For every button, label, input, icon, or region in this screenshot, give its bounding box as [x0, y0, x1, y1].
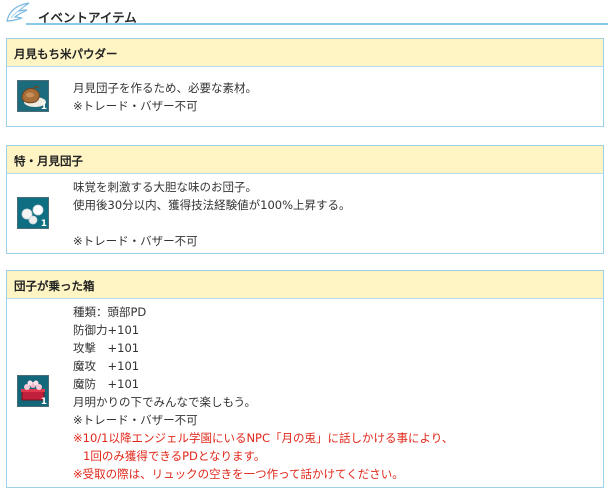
flavor-line: 月明かりの下でみんなで楽しもう。 — [73, 395, 256, 409]
item-description: 味覚を刺激する大胆な味のお団子。 使用後30分以内、獲得技法経験値が100%上昇… — [73, 178, 351, 250]
angel-wing-icon — [6, 2, 30, 22]
magic-attack-line: 魔攻 +101 — [73, 359, 140, 373]
section-underline — [26, 23, 608, 25]
description-line: 月見団子を作るため、必要な素材。 — [73, 81, 257, 95]
effect-line: 使用後30分以内、獲得技法経験値が100%上昇する。 — [73, 198, 351, 212]
item-name: 団子が乗った箱 — [7, 271, 603, 299]
item-name: 特・月見団子 — [7, 146, 603, 174]
defense-line: 防御力+101 — [73, 323, 140, 337]
trade-note: ※トレード・バザー不可 — [73, 234, 198, 248]
description-line: 味覚を刺激する大胆な味のお団子。 — [73, 180, 257, 194]
item-icon[interactable]: 1 — [17, 80, 49, 112]
magic-defense-line: 魔防 +101 — [73, 377, 140, 391]
attack-line: 攻撃 +101 — [73, 341, 140, 355]
item-icon[interactable]: 1 — [17, 197, 49, 229]
item-count: 1 — [40, 397, 47, 407]
section-header: イベントアイテム — [0, 0, 608, 30]
item-icon[interactable]: 1 — [17, 375, 49, 407]
item-count: 1 — [40, 219, 47, 229]
item-description: 種類：頭部PD 防御力+101 攻撃 +101 魔攻 +101 魔防 +101 … — [73, 303, 453, 483]
item-card-moon-rice-powder: 月見もち米パウダー 1 月見団子を作るため、必要な素材。 ※トレード・バザー不可 — [6, 38, 604, 127]
acquisition-note: ※10/1以降エンジェル学園にいるNPC「月の兎」に話しかける事により、 — [73, 431, 454, 445]
item-card-special-moon-dango: 特・月見団子 1 味覚を刺激する大胆な味のお団子。 使用後30分以内、獲得技法経… — [6, 145, 604, 254]
item-card-dango-box: 団子が乗った箱 1 種類：頭部PD 防御力+101 攻撃 +101 魔攻 +10… — [6, 270, 604, 488]
acquisition-note-continued: 1回のみ獲得できるPDとなります。 — [83, 449, 266, 463]
item-name: 月見もち米パウダー — [7, 39, 603, 67]
item-description: 月見団子を作るため、必要な素材。 ※トレード・バザー不可 — [73, 79, 257, 115]
inventory-space-note: ※受取の際は、リュックの空きを一つ作って話かけてください。 — [73, 467, 404, 481]
item-count: 1 — [40, 102, 47, 112]
trade-note: ※トレード・バザー不可 — [73, 99, 198, 113]
trade-note: ※トレード・バザー不可 — [73, 413, 198, 427]
type-line: 種類：頭部PD — [73, 305, 147, 319]
